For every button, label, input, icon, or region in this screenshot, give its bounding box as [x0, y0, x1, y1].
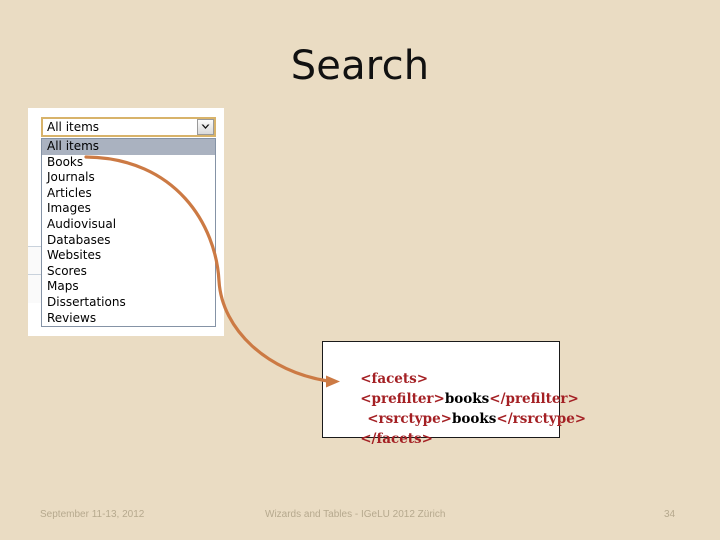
option-books[interactable]: Books — [42, 155, 215, 171]
xml-tag: </prefilter> — [489, 391, 579, 407]
xml-line-facets-open: <facets> — [323, 349, 559, 387]
chevron-down-icon[interactable] — [197, 119, 214, 135]
xml-tag: </rsrctype> — [496, 411, 587, 427]
option-journals[interactable]: Journals — [42, 170, 215, 186]
search-scope-option-list[interactable]: All items Books Journals Articles Images… — [41, 138, 216, 328]
xml-tag: </facets> — [360, 431, 433, 447]
xml-tag: <facets> — [360, 371, 429, 387]
option-images[interactable]: Images — [42, 201, 215, 217]
xml-callout-box: <facets> <prefilter>books</prefilter> <r… — [322, 341, 586, 447]
option-dissertations[interactable]: Dissertations — [42, 295, 215, 311]
xml-value: books — [451, 411, 497, 427]
xml-tag: <prefilter> — [360, 391, 445, 407]
footer-page-number: 34 — [664, 509, 676, 520]
search-scope-selected-value: All items — [47, 120, 100, 134]
footer-date: September 11-13, 2012 — [40, 509, 145, 520]
option-websites[interactable]: Websites — [42, 248, 215, 264]
option-articles[interactable]: Articles — [42, 186, 215, 202]
xml-tag: <rsrctype> — [367, 411, 452, 427]
option-audiovisual[interactable]: Audiovisual — [42, 217, 215, 233]
option-maps[interactable]: Maps — [42, 279, 215, 295]
option-reviews[interactable]: Reviews — [42, 311, 215, 327]
slide-canvas: Search All items All items Books Journal… — [0, 0, 720, 540]
search-scope-select[interactable]: All items — [41, 117, 216, 137]
footer-event-title: Wizards and Tables - IGeLU 2012 Zürich — [265, 509, 446, 520]
option-scores[interactable]: Scores — [42, 264, 215, 280]
option-databases[interactable]: Databases — [42, 233, 215, 249]
xml-value: books — [444, 391, 490, 407]
page-title: Search — [290, 43, 430, 89]
option-all-items[interactable]: All items — [42, 139, 215, 155]
